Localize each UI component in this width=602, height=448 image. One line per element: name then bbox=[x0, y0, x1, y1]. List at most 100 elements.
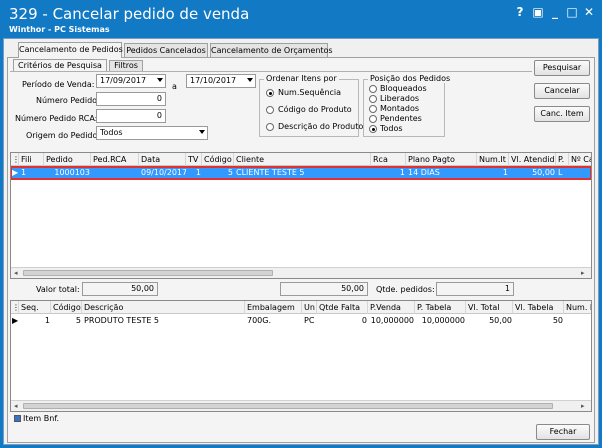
column-header[interactable]: Vl. Tabela bbox=[514, 301, 564, 314]
tab-criterios-pesquisa[interactable]: Critérios de Pesquisa bbox=[13, 59, 107, 71]
column-header[interactable]: Pedido bbox=[45, 153, 91, 166]
numero-pedido-rca-label: Número Pedido RCA: bbox=[15, 114, 98, 123]
cancelar-label: Cancelar bbox=[544, 86, 580, 95]
fechar-button[interactable]: Fechar bbox=[536, 424, 590, 440]
radio-bloqueados-label: Bloqueados bbox=[380, 84, 427, 93]
fechar-label: Fechar bbox=[549, 427, 577, 436]
subtab-divider bbox=[10, 71, 532, 72]
scroll-left-icon[interactable]: ◂ bbox=[14, 402, 18, 411]
scroll-left-icon[interactable]: ◂ bbox=[14, 269, 18, 278]
items-hscrollbar[interactable]: ◂ ▸ bbox=[11, 400, 591, 411]
tab-filtros[interactable]: Filtros bbox=[109, 60, 143, 71]
radio-liberados-label: Liberados bbox=[380, 94, 420, 103]
column-header[interactable]: Vl. Atendido bbox=[510, 153, 556, 166]
date-from-input[interactable]: 17/09/2017 bbox=[96, 74, 166, 88]
middle-total-value: 50,00 bbox=[280, 282, 368, 296]
table-cell: 5 bbox=[75, 316, 81, 325]
column-chooser-icon[interactable]: ⋮ bbox=[11, 153, 19, 166]
table-cell: PRODUTO TESTE 5 bbox=[84, 316, 160, 325]
help-icon[interactable]: ? bbox=[513, 6, 527, 18]
scroll-right-icon[interactable]: ▸ bbox=[581, 269, 585, 278]
column-header[interactable]: Qtde Falta bbox=[318, 301, 368, 314]
radio-montados[interactable] bbox=[369, 105, 377, 113]
date-from-value: 17/09/2017 bbox=[100, 76, 147, 85]
numero-pedido-input[interactable]: 0 bbox=[96, 92, 166, 106]
maximize-icon[interactable]: □ bbox=[565, 6, 579, 18]
pesquisar-label: Pesquisar bbox=[542, 63, 582, 72]
column-header[interactable]: P.Venda bbox=[369, 301, 415, 314]
column-header[interactable]: Seq. bbox=[20, 301, 51, 314]
client-area: Cancelamento de Pedidos Pedidos Cancelad… bbox=[3, 38, 599, 445]
column-header[interactable]: TV bbox=[187, 153, 202, 166]
posicao-title: Posição dos Pedidos bbox=[368, 74, 453, 83]
origem-value: Todos bbox=[100, 128, 123, 137]
radio-num-sequencia-label: Num.Sequência bbox=[278, 88, 342, 97]
orders-grid-header: ⋮FiliPedidoPed.RCADataTVCódigoClienteRca… bbox=[11, 153, 591, 166]
chevron-down-icon[interactable] bbox=[157, 78, 163, 82]
origem-select[interactable]: Todos bbox=[96, 126, 208, 140]
radio-codigo-produto[interactable] bbox=[266, 106, 274, 114]
column-header[interactable]: P. bbox=[557, 153, 569, 166]
canc-item-button[interactable]: Canc. Item bbox=[534, 106, 590, 122]
tab-cancelamento-orcamentos[interactable]: Cancelamento de Orçamentos bbox=[210, 43, 333, 58]
column-header[interactable]: Ped.RCA bbox=[92, 153, 139, 166]
scroll-right-icon[interactable]: ▸ bbox=[581, 402, 585, 411]
table-cell: 1 bbox=[195, 168, 201, 177]
column-header[interactable]: Código bbox=[52, 301, 82, 314]
orders-hscrollbar[interactable]: ◂ ▸ bbox=[11, 267, 591, 278]
column-chooser-icon[interactable]: ⋮ bbox=[11, 301, 19, 314]
radio-todos[interactable] bbox=[369, 125, 377, 133]
radio-num-sequencia[interactable] bbox=[266, 89, 274, 97]
column-header[interactable]: Nº Ca bbox=[570, 153, 591, 166]
numero-pedido-rca-input[interactable]: 0 bbox=[96, 109, 166, 123]
table-row[interactable]: ▶ 1 1000103 09/10/2017 1 5 CLIENTE TESTE 5 1 14 … bbox=[11, 166, 591, 180]
table-cell: 1 bbox=[399, 168, 405, 177]
column-header[interactable]: Un bbox=[303, 301, 317, 314]
orders-scroll-thumb[interactable] bbox=[23, 270, 273, 276]
cancelar-button[interactable]: Cancelar bbox=[534, 83, 590, 99]
radio-bloqueados[interactable] bbox=[369, 85, 377, 93]
date-to-input[interactable]: 17/10/2017 bbox=[186, 74, 256, 88]
radio-todos-label: Todos bbox=[380, 124, 403, 133]
column-header[interactable]: Descrição bbox=[83, 301, 245, 314]
column-header[interactable]: Plano Pagto bbox=[407, 153, 477, 166]
orders-grid[interactable]: ⋮FiliPedidoPed.RCADataTVCódigoClienteRca… bbox=[10, 152, 592, 279]
table-cell: 50,00 bbox=[489, 316, 512, 325]
chevron-down-icon[interactable] bbox=[199, 130, 205, 134]
items-grid[interactable]: ⋮Seq.CódigoDescriçãoEmbalagemUnQtde Falt… bbox=[10, 300, 592, 412]
radio-pendentes[interactable] bbox=[369, 115, 377, 123]
ordenar-title: Ordenar Itens por bbox=[264, 74, 339, 83]
items-grid-header: ⋮Seq.CódigoDescriçãoEmbalagemUnQtde Falt… bbox=[11, 301, 591, 314]
table-cell bbox=[570, 167, 591, 179]
column-header[interactable]: Num. Lo bbox=[565, 301, 591, 314]
pesquisar-button[interactable]: Pesquisar bbox=[534, 60, 590, 76]
table-cell: 10,000000 bbox=[370, 316, 414, 325]
posicao-group: Posição dos Pedidos Bloqueados Liberados… bbox=[363, 74, 453, 137]
restore-icon[interactable]: ▣ bbox=[531, 6, 545, 18]
items-scroll-thumb[interactable] bbox=[23, 403, 553, 409]
column-header[interactable]: Num.It bbox=[478, 153, 509, 166]
table-row[interactable]: ▶ 1 5 PRODUTO TESTE 5 700G. PC 0 10,000000 10,00… bbox=[11, 315, 591, 327]
table-cell: 50,00 bbox=[532, 168, 555, 177]
table-cell: 50 bbox=[552, 316, 563, 325]
item-bnf-label: Item Bnf. bbox=[23, 414, 60, 423]
radio-liberados[interactable] bbox=[369, 95, 377, 103]
column-header[interactable]: Vl. Total bbox=[467, 301, 513, 314]
radio-descricao-produto[interactable] bbox=[266, 123, 274, 131]
column-header[interactable]: Rca bbox=[372, 153, 406, 166]
tab-pedidos-cancelados[interactable]: Pedidos Cancelados bbox=[124, 43, 208, 58]
column-header[interactable]: P. Tabela bbox=[416, 301, 466, 314]
chevron-down-icon[interactable] bbox=[247, 78, 253, 82]
table-cell: 700G. bbox=[247, 316, 272, 325]
valor-total-label: Valor total: bbox=[36, 285, 80, 294]
minimize-icon[interactable]: _ bbox=[548, 6, 562, 18]
close-icon[interactable]: ✕ bbox=[582, 6, 596, 18]
column-header[interactable]: Código bbox=[203, 153, 234, 166]
column-header[interactable]: Cliente bbox=[235, 153, 371, 166]
column-header[interactable]: Embalagem bbox=[246, 301, 302, 314]
column-header[interactable]: Fili bbox=[20, 153, 44, 166]
column-header[interactable]: Data bbox=[140, 153, 186, 166]
tab-cancelamento-pedidos[interactable]: Cancelamento de Pedidos bbox=[18, 42, 123, 58]
qtde-pedidos-value: 1 bbox=[436, 282, 514, 296]
radio-pendentes-label: Pendentes bbox=[380, 114, 422, 123]
